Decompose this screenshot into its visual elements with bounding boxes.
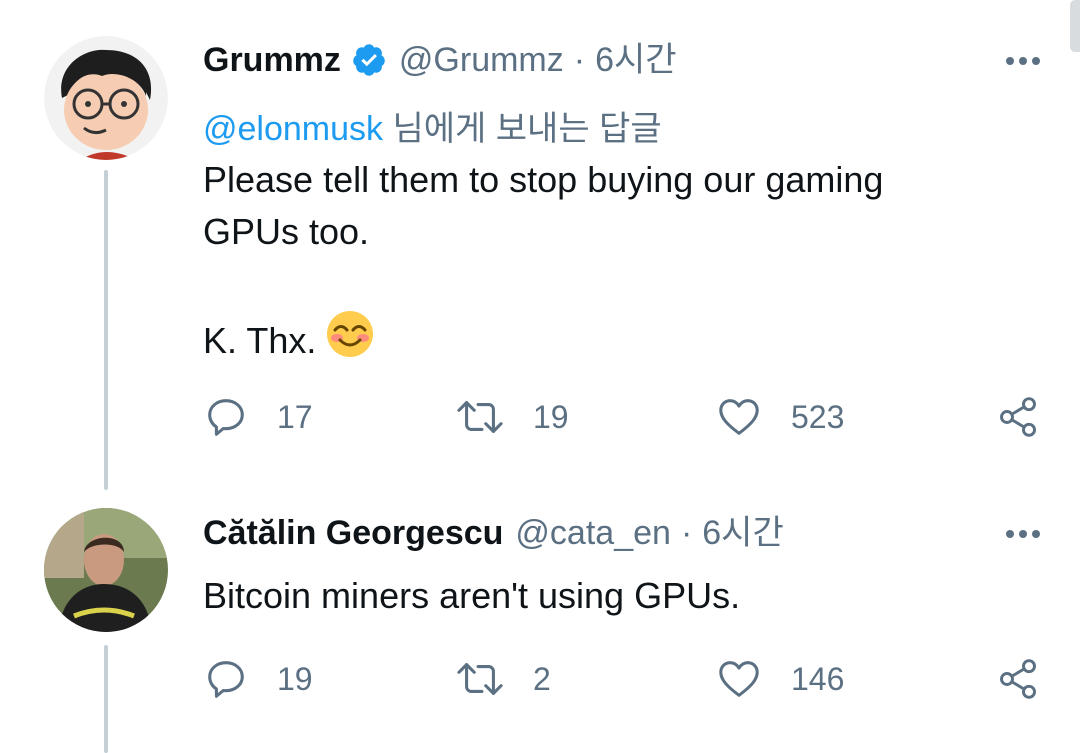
mention-link[interactable]: @elonmusk — [203, 110, 383, 148]
tweet-text-line: K. Thx. — [203, 320, 317, 361]
tweet-text: Bitcoin miners aren't using GPUs. — [203, 570, 740, 622]
scrollbar[interactable] — [1070, 0, 1080, 52]
heart-icon — [715, 394, 763, 440]
retweet-button[interactable]: 2 — [455, 656, 551, 702]
more-options-icon[interactable] — [1006, 57, 1040, 65]
reply-count: 17 — [277, 398, 313, 435]
tweet-header: Grummz @Grummz · 6시간 — [203, 40, 677, 80]
verified-badge-icon — [351, 42, 387, 78]
tweet-text: Please tell them to stop buying our gami… — [203, 154, 883, 372]
share-icon — [996, 656, 1040, 702]
retweet-icon — [455, 394, 505, 440]
separator-dot: · — [680, 514, 693, 552]
retweet-button[interactable]: 19 — [455, 394, 569, 440]
tweet-actions: 19 2 146 — [203, 656, 1040, 706]
tweet-time[interactable]: 6시간 — [702, 513, 783, 553]
like-button[interactable]: 146 — [715, 656, 844, 702]
share-icon — [996, 394, 1040, 440]
author-name[interactable]: Grummz — [203, 40, 341, 80]
tweet-time[interactable]: 6시간 — [595, 40, 676, 80]
reply-icon — [203, 656, 249, 702]
like-count: 523 — [791, 398, 845, 435]
tweet-text-line: GPUs too. — [203, 211, 370, 252]
tweet-text-line: Bitcoin miners aren't using GPUs. — [203, 575, 741, 616]
replying-to: @elonmusk 님에게 보내는 답글 — [203, 101, 662, 150]
retweet-count: 19 — [533, 398, 569, 435]
share-button[interactable] — [996, 656, 1040, 702]
reply-count: 19 — [277, 660, 313, 697]
avatar[interactable] — [44, 508, 168, 632]
thread-line — [104, 170, 108, 490]
author-handle[interactable]: @Grummz — [399, 40, 564, 80]
heart-icon — [715, 656, 763, 702]
retweet-icon — [455, 656, 505, 702]
tweet-header: Cătălin Georgescu @cata_en · 6시간 — [203, 513, 784, 553]
tweet-text-line: Please tell them to stop buying our gami… — [203, 159, 884, 200]
reply-button[interactable]: 19 — [203, 656, 313, 702]
smiling-face-emoji-icon — [326, 310, 374, 372]
thread-line — [104, 645, 108, 753]
like-count: 146 — [791, 660, 845, 697]
tweet-actions: 17 19 523 — [203, 394, 1040, 444]
more-options-icon[interactable] — [1006, 530, 1040, 538]
reply-button[interactable]: 17 — [203, 394, 313, 440]
author-handle[interactable]: @cata_en — [515, 513, 671, 553]
reply-icon — [203, 394, 249, 440]
like-button[interactable]: 523 — [715, 394, 844, 440]
share-button[interactable] — [996, 394, 1040, 440]
replying-to-label: 님에게 보내는 답글 — [383, 110, 662, 148]
avatar[interactable] — [44, 36, 168, 160]
author-name[interactable]: Cătălin Georgescu — [203, 513, 503, 553]
separator-dot: · — [573, 41, 586, 79]
retweet-count: 2 — [533, 660, 551, 697]
